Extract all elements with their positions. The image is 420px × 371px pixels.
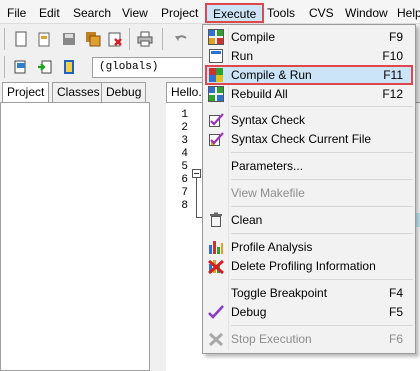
menu-help[interactable]: Help bbox=[396, 4, 420, 22]
stop-icon bbox=[208, 331, 224, 347]
tab-debug[interactable]: Debug bbox=[101, 82, 147, 102]
line-number: 3 bbox=[181, 135, 188, 147]
panel-splitter[interactable] bbox=[150, 82, 166, 371]
project-browser[interactable] bbox=[0, 102, 150, 371]
menu-item-label: Debug bbox=[231, 305, 267, 319]
syntax-check-file-icon bbox=[208, 131, 224, 147]
line-number: 1 bbox=[181, 109, 188, 121]
globals-combo[interactable]: (globals) bbox=[92, 57, 208, 78]
menu-item-label: Syntax Check Current File bbox=[231, 132, 372, 146]
new-class-icon[interactable] bbox=[10, 56, 32, 78]
menu-file[interactable]: File bbox=[6, 4, 27, 22]
menu-item-shortcut: F6 bbox=[388, 332, 403, 346]
profile-icon bbox=[208, 239, 224, 255]
menu-execute[interactable]: Execute bbox=[205, 3, 265, 23]
compile-run-icon bbox=[208, 67, 224, 83]
menu-item-rebuild-all[interactable]: Rebuild All F12 bbox=[205, 84, 413, 104]
menu-tools[interactable]: Tools bbox=[266, 4, 296, 22]
menu-cvs[interactable]: CVS bbox=[308, 4, 335, 22]
toolbar-separator bbox=[162, 28, 163, 50]
execute-menu: Compile F9 Run F10 Compile & Run F11 Reb… bbox=[202, 24, 416, 354]
menu-item-run[interactable]: Run F10 bbox=[205, 46, 413, 66]
line-number: 4 bbox=[181, 148, 188, 160]
menu-item-label: Toggle Breakpoint bbox=[231, 286, 328, 300]
line-number: 7 bbox=[181, 187, 188, 199]
clean-icon bbox=[208, 212, 224, 228]
fold-toggle[interactable] bbox=[192, 169, 201, 178]
new-file-icon[interactable] bbox=[10, 28, 32, 50]
menu-separator bbox=[231, 106, 413, 107]
save-icon[interactable] bbox=[58, 28, 80, 50]
menu-bar: File Edit Search View Project Execute To… bbox=[0, 0, 420, 24]
undo-icon[interactable] bbox=[170, 28, 192, 50]
menu-separator bbox=[231, 206, 413, 207]
print-icon[interactable] bbox=[134, 28, 156, 50]
line-gutter: 1 2 3 4 5 6 7 8 bbox=[166, 103, 192, 371]
line-number: 6 bbox=[181, 174, 188, 186]
menu-item-shortcut: F5 bbox=[388, 305, 403, 319]
menu-window[interactable]: Window bbox=[344, 4, 389, 22]
menu-item-compile[interactable]: Compile F9 bbox=[205, 27, 413, 47]
toolbar-separator bbox=[4, 56, 5, 78]
menu-item-label: Stop Execution bbox=[231, 332, 312, 346]
menu-item-label: Compile & Run bbox=[231, 68, 312, 82]
menu-view[interactable]: View bbox=[121, 4, 149, 22]
line-number: 8 bbox=[181, 200, 188, 212]
menu-separator bbox=[231, 279, 413, 280]
left-panel-tabs: Project Classes Debug bbox=[0, 82, 150, 103]
open-project-icon[interactable] bbox=[34, 28, 56, 50]
toolbar-separator bbox=[129, 28, 130, 50]
run-icon bbox=[208, 48, 224, 64]
delete-profile-icon bbox=[208, 258, 224, 274]
menu-separator bbox=[231, 152, 413, 153]
menu-item-label: Rebuild All bbox=[231, 87, 288, 101]
menu-item-delete-profiling[interactable]: Delete Profiling Information bbox=[205, 256, 413, 276]
rebuild-icon bbox=[208, 86, 224, 102]
menu-item-label: Delete Profiling Information bbox=[231, 259, 376, 273]
menu-item-view-makefile[interactable]: View Makefile bbox=[205, 183, 413, 203]
menu-item-clean[interactable]: Clean bbox=[205, 210, 413, 230]
menu-item-syntax-check[interactable]: Syntax Check bbox=[205, 110, 413, 130]
menu-item-compile-run[interactable]: Compile & Run F11 bbox=[205, 65, 413, 85]
menu-item-syntax-check-current-file[interactable]: Syntax Check Current File bbox=[205, 129, 413, 149]
insert-icon[interactable] bbox=[34, 56, 56, 78]
line-number: 5 bbox=[181, 161, 188, 173]
menu-item-shortcut: F4 bbox=[388, 286, 403, 300]
close-file-icon[interactable] bbox=[104, 28, 126, 50]
tab-classes[interactable]: Classes bbox=[52, 82, 105, 102]
menu-item-parameters[interactable]: Parameters... bbox=[205, 156, 413, 176]
menu-item-label: View Makefile bbox=[231, 186, 305, 200]
menu-item-profile-analysis[interactable]: Profile Analysis bbox=[205, 237, 413, 257]
menu-item-label: Run bbox=[231, 49, 254, 63]
menu-edit[interactable]: Edit bbox=[38, 4, 61, 22]
compile-icon bbox=[208, 29, 224, 45]
tab-project[interactable]: Project bbox=[2, 82, 50, 103]
menu-item-debug[interactable]: Debug F5 bbox=[205, 302, 413, 322]
menu-item-label: Syntax Check bbox=[231, 113, 306, 127]
menu-separator bbox=[231, 179, 413, 180]
menu-item-label: Clean bbox=[231, 213, 263, 227]
bookmark-icon[interactable] bbox=[58, 56, 80, 78]
line-number: 2 bbox=[181, 122, 188, 134]
menu-item-stop-execution[interactable]: Stop Execution F6 bbox=[205, 329, 413, 349]
menu-item-shortcut: F10 bbox=[382, 49, 403, 63]
save-all-icon[interactable] bbox=[82, 28, 104, 50]
debug-check-icon bbox=[208, 304, 224, 320]
menu-item-shortcut: F9 bbox=[388, 30, 403, 44]
menu-separator bbox=[231, 233, 413, 234]
menu-item-label: Compile bbox=[231, 30, 276, 44]
syntax-check-icon bbox=[208, 112, 224, 128]
fold-line bbox=[196, 178, 197, 217]
menu-item-label: Profile Analysis bbox=[231, 240, 313, 254]
menu-separator bbox=[231, 325, 413, 326]
toolbar-separator bbox=[4, 28, 5, 50]
menu-item-toggle-breakpoint[interactable]: Toggle Breakpoint F4 bbox=[205, 283, 413, 303]
menu-item-label: Parameters... bbox=[231, 159, 304, 173]
menu-item-shortcut: F11 bbox=[383, 68, 403, 82]
menu-project[interactable]: Project bbox=[160, 4, 199, 22]
menu-search[interactable]: Search bbox=[72, 4, 112, 22]
menu-item-shortcut: F12 bbox=[382, 87, 403, 101]
